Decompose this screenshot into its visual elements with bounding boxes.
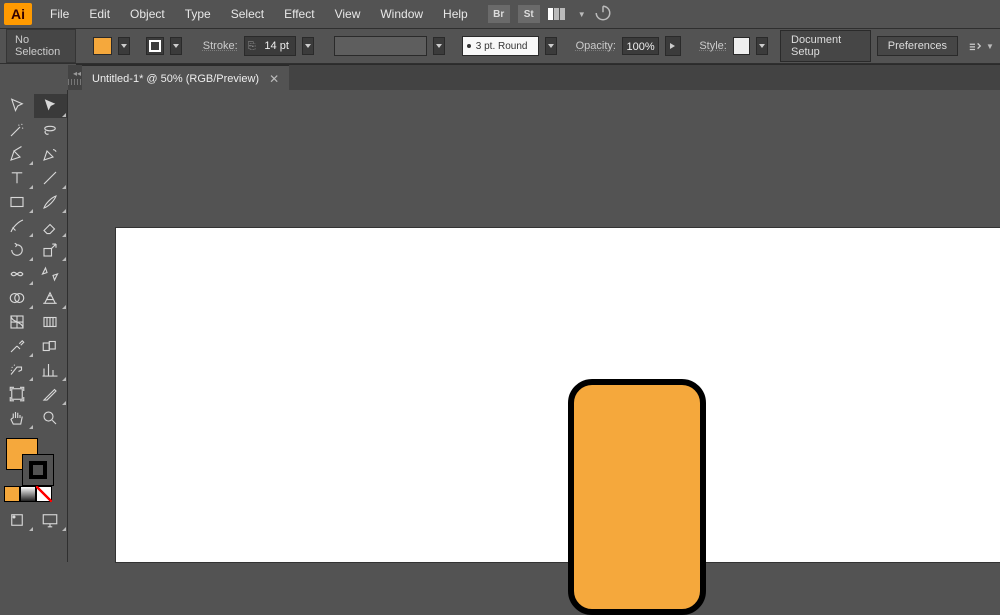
stroke-swatch[interactable] xyxy=(146,37,165,55)
gpu-preview-icon[interactable] xyxy=(594,4,612,25)
gradient-tool[interactable] xyxy=(34,310,68,334)
document-tabs: ◂◂ Untitled-1* @ 50% (RGB/Preview) ✕ xyxy=(76,64,1000,90)
bridge-button[interactable]: Br xyxy=(488,5,510,23)
symbol-sprayer-tool[interactable] xyxy=(0,358,34,382)
menu-file[interactable]: File xyxy=(40,3,79,25)
color-mode-none[interactable] xyxy=(36,486,52,502)
tab-title: Untitled-1* @ 50% (RGB/Preview) xyxy=(92,73,259,85)
rounded-rectangle-shape[interactable] xyxy=(568,379,706,615)
stroke-label[interactable]: Stroke: xyxy=(203,40,238,52)
stroke-width-value[interactable]: 14 pt xyxy=(259,37,295,55)
eraser-tool[interactable] xyxy=(34,214,68,238)
stock-button[interactable]: St xyxy=(518,5,540,23)
menu-effect[interactable]: Effect xyxy=(274,3,324,25)
close-icon[interactable]: ✕ xyxy=(269,72,279,86)
menu-object[interactable]: Object xyxy=(120,3,175,25)
column-graph-tool[interactable] xyxy=(34,358,68,382)
control-bar: No Selection Stroke: ⎘ 14 pt 3 pt. Round… xyxy=(0,28,1000,64)
brush-dropdown[interactable] xyxy=(545,37,557,55)
menu-type[interactable]: Type xyxy=(175,3,221,25)
blend-tool[interactable] xyxy=(34,334,68,358)
opacity-label[interactable]: Opacity: xyxy=(576,40,616,52)
selection-tool[interactable] xyxy=(0,94,34,118)
mesh-tool[interactable] xyxy=(0,310,34,334)
tools-panel xyxy=(0,90,68,562)
color-mode-gradient[interactable] xyxy=(20,486,36,502)
brush-definition[interactable]: 3 pt. Round xyxy=(462,36,539,56)
chevron-down-icon: ▼ xyxy=(578,10,586,19)
opacity-flyout[interactable] xyxy=(665,36,680,56)
lasso-tool[interactable] xyxy=(34,118,68,142)
menu-window[interactable]: Window xyxy=(370,3,433,25)
control-flyout-button[interactable]: ▼ xyxy=(968,39,994,53)
app-logo-icon: Ai xyxy=(4,3,32,25)
color-mode-row xyxy=(0,486,67,504)
paintbrush-tool[interactable] xyxy=(34,190,68,214)
variable-width-profile[interactable] xyxy=(334,36,427,56)
fill-dropdown[interactable] xyxy=(118,37,130,55)
style-dropdown[interactable] xyxy=(756,37,768,55)
free-transform-tool[interactable] xyxy=(34,262,68,286)
draw-mode-button[interactable] xyxy=(0,508,34,532)
menu-select[interactable]: Select xyxy=(221,3,274,25)
color-mode-solid[interactable] xyxy=(4,486,20,502)
preferences-button[interactable]: Preferences xyxy=(877,36,958,56)
graphic-style-swatch[interactable] xyxy=(733,37,750,55)
artboard[interactable] xyxy=(116,228,1000,562)
type-tool[interactable] xyxy=(0,166,34,190)
artboard-tool[interactable] xyxy=(0,382,34,406)
document-tab[interactable]: Untitled-1* @ 50% (RGB/Preview) ✕ xyxy=(82,65,289,91)
scale-tool[interactable] xyxy=(34,238,68,262)
arrange-documents-button[interactable] xyxy=(548,5,570,23)
hand-tool[interactable] xyxy=(0,406,34,430)
profile-dropdown[interactable] xyxy=(433,37,445,55)
curvature-tool[interactable] xyxy=(34,142,68,166)
screen-mode-button[interactable] xyxy=(34,508,68,532)
selection-indicator: No Selection xyxy=(6,29,76,63)
menu-view[interactable]: View xyxy=(325,3,371,25)
stroke-color-box[interactable] xyxy=(22,454,54,486)
line-segment-tool[interactable] xyxy=(34,166,68,190)
opacity-value[interactable]: 100% xyxy=(622,37,659,55)
shape-builder-tool[interactable] xyxy=(0,286,34,310)
perspective-grid-tool[interactable] xyxy=(34,286,68,310)
menu-help[interactable]: Help xyxy=(433,3,478,25)
canvas-area[interactable] xyxy=(68,90,1000,562)
rectangle-tool[interactable] xyxy=(0,190,34,214)
zoom-tool[interactable] xyxy=(34,406,68,430)
stroke-width-stepper[interactable]: ⎘ 14 pt xyxy=(244,36,296,56)
document-setup-button[interactable]: Document Setup xyxy=(780,30,871,62)
pen-tool[interactable] xyxy=(0,142,34,166)
fill-swatch[interactable] xyxy=(93,37,112,55)
menu-edit[interactable]: Edit xyxy=(79,3,120,25)
stroke-dropdown[interactable] xyxy=(170,37,182,55)
style-label[interactable]: Style: xyxy=(699,40,727,52)
link-icon: ⎘ xyxy=(245,37,259,55)
width-tool[interactable] xyxy=(0,262,34,286)
direct-selection-tool[interactable] xyxy=(34,94,68,118)
shaper-tool[interactable] xyxy=(0,214,34,238)
slice-tool[interactable] xyxy=(34,382,68,406)
fill-stroke-indicator[interactable] xyxy=(0,436,67,482)
eyedropper-tool[interactable] xyxy=(0,334,34,358)
brush-label: 3 pt. Round xyxy=(476,41,528,52)
stroke-width-dropdown[interactable] xyxy=(302,37,314,55)
menu-bar: Ai File Edit Object Type Select Effect V… xyxy=(0,0,1000,28)
magic-wand-tool[interactable] xyxy=(0,118,34,142)
rotate-tool[interactable] xyxy=(0,238,34,262)
